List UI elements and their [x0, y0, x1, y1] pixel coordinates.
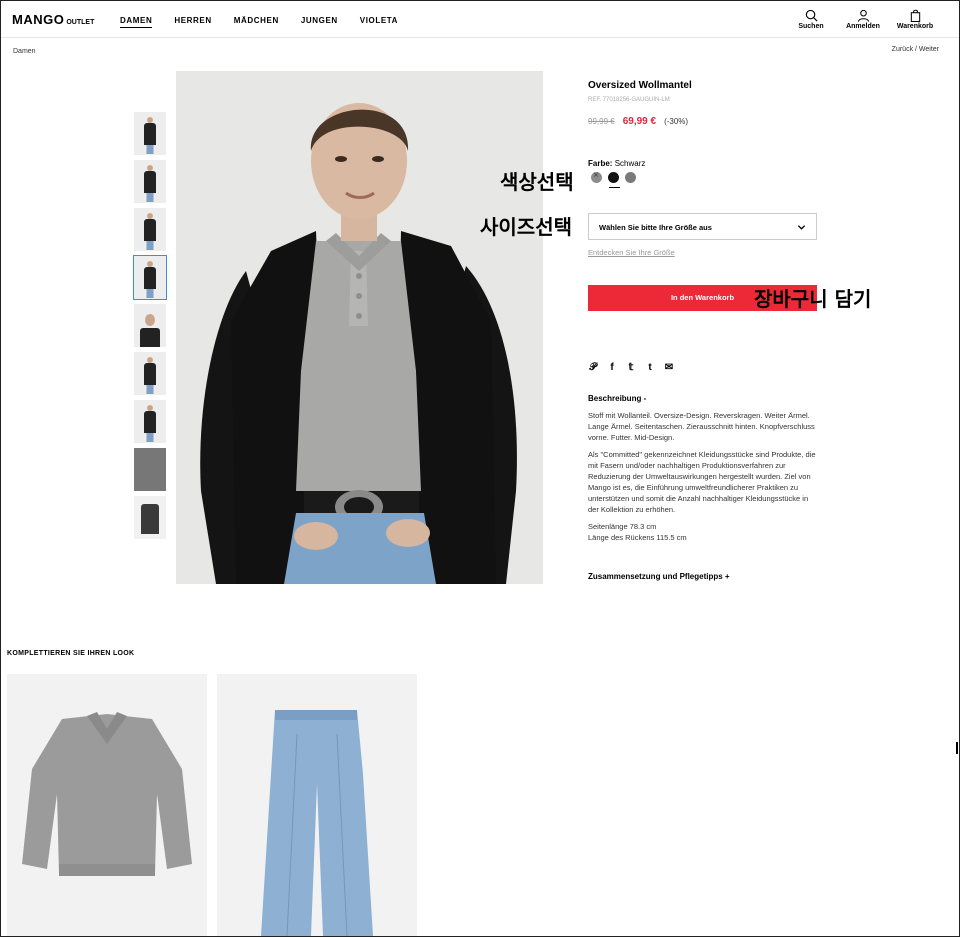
- length-side: Seitenlänge 78.3 cm: [588, 522, 657, 531]
- chevron-down-icon: [797, 225, 806, 230]
- committed-text: Als "Committed" gekennzeichnet Kleidungs…: [588, 450, 816, 514]
- color-value: Schwarz: [614, 159, 646, 168]
- nav-jungen[interactable]: JUNGEN: [301, 16, 338, 28]
- thumbnail-flatlay[interactable]: [134, 496, 166, 539]
- search-icon: [805, 9, 817, 22]
- tumblr-icon[interactable]: t: [645, 362, 655, 373]
- color-swatch-unavailable[interactable]: [591, 170, 602, 183]
- size-select[interactable]: Wählen Sie bitte Ihre Größe aus: [588, 213, 817, 240]
- cart-header-label: Warenkorb: [896, 23, 934, 30]
- look-item-jeans[interactable]: [217, 674, 417, 936]
- jeans-image: [217, 674, 417, 936]
- description-toggle[interactable]: Beschreibung -: [588, 394, 646, 403]
- sweater-image: [7, 674, 207, 936]
- color-swatch-gray[interactable]: [625, 172, 636, 183]
- product-reference: REF. 77018256-GAUGUIN-LM: [588, 97, 670, 103]
- price-row: 99,99 € 69,99 € (-30%): [588, 116, 688, 127]
- nav-damen[interactable]: DAMEN: [120, 16, 153, 28]
- thumbnail-fabric[interactable]: [134, 448, 166, 491]
- top-header: MANGO OUTLET DAMEN HERREN MÄDCHEN JUNGEN …: [1, 1, 959, 38]
- selected-swatch-indicator: [609, 187, 620, 188]
- main-nav: DAMEN HERREN MÄDCHEN JUNGEN VIOLETA: [120, 16, 420, 28]
- login-label: Anmelden: [846, 23, 880, 30]
- thumbnail[interactable]: [134, 112, 166, 155]
- facebook-icon[interactable]: f: [607, 362, 617, 373]
- color-swatch-black[interactable]: [608, 172, 619, 183]
- description-body: Stoff mit Wollanteil. Oversize-Design. R…: [588, 410, 816, 543]
- annotation-color-select: 색상선택: [500, 170, 574, 194]
- thumbnail-selected[interactable]: [133, 255, 167, 300]
- prev-next-pager[interactable]: Zurück / Weiter: [892, 46, 939, 53]
- breadcrumb[interactable]: Damen: [13, 48, 36, 55]
- search-button[interactable]: Suchen: [791, 9, 831, 30]
- complete-look-title: KOMPLETTIEREN SIE IHREN LOOK: [7, 650, 135, 657]
- login-button[interactable]: Anmelden: [843, 9, 883, 30]
- annotation-size-select: 사이즈선택: [480, 215, 572, 239]
- description-text: Stoff mit Wollanteil. Oversize-Design. R…: [588, 411, 815, 442]
- cart-header-button[interactable]: Warenkorb: [895, 9, 935, 30]
- composition-toggle[interactable]: Zusammensetzung und Pflegetipps +: [588, 572, 730, 581]
- nav-herren[interactable]: HERREN: [174, 16, 211, 28]
- size-select-placeholder: Wählen Sie bitte Ihre Größe aus: [599, 223, 712, 232]
- sale-price: 69,99 €: [622, 116, 657, 127]
- twitter-icon[interactable]: 𝕥: [626, 362, 636, 373]
- look-item-sweater[interactable]: [7, 674, 207, 936]
- mail-icon[interactable]: ✉: [664, 362, 674, 373]
- scroll-indicator: [956, 742, 958, 754]
- color-swatches: [591, 170, 636, 183]
- pinterest-icon[interactable]: 𝒫: [588, 362, 598, 373]
- annotation-add-to-cart: 장바구니 담기: [754, 287, 872, 311]
- user-icon: [857, 9, 869, 22]
- thumbnail[interactable]: [134, 160, 166, 203]
- shopping-bag-icon: [910, 9, 920, 22]
- share-bar: 𝒫 f 𝕥 t ✉: [588, 362, 674, 373]
- color-label: Farbe: Schwarz: [588, 159, 646, 168]
- header-actions: Suchen Anmelden Warenkorb: [791, 9, 935, 30]
- original-price: 99,99 €: [588, 117, 615, 126]
- length-back: Länge des Rückens 115.5 cm: [588, 533, 687, 542]
- model-illustration: [176, 71, 543, 584]
- mango-logo[interactable]: MANGO OUTLET: [12, 12, 94, 27]
- product-title: Oversized Wollmantel: [588, 80, 692, 91]
- thumbnail[interactable]: [134, 352, 166, 395]
- nav-maedchen[interactable]: MÄDCHEN: [234, 16, 279, 28]
- discount-badge: (-30%): [664, 117, 689, 126]
- thumbnail[interactable]: [134, 304, 166, 347]
- product-main-image[interactable]: [176, 71, 543, 584]
- search-label: Suchen: [798, 23, 824, 30]
- thumbnail[interactable]: [134, 400, 166, 443]
- nav-violeta[interactable]: VIOLETA: [360, 16, 398, 28]
- thumbnail-list: [133, 112, 167, 544]
- size-guide-link[interactable]: Entdecken Sie Ihre Größe: [588, 248, 675, 257]
- thumbnail[interactable]: [134, 208, 166, 251]
